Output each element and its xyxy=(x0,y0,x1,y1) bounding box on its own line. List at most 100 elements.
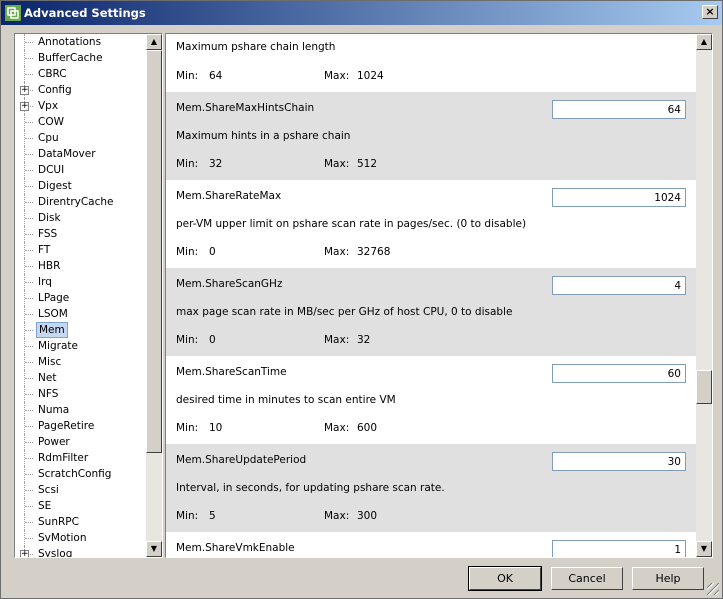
setting-name: Mem.ShareMaxHintsChain xyxy=(176,102,315,114)
setting-value-input[interactable] xyxy=(552,188,686,207)
max-label: Max: xyxy=(324,158,350,170)
tree-item-label: Misc xyxy=(38,356,62,368)
tree-item-dcui[interactable]: DCUI xyxy=(15,162,146,178)
tree-item-scratchconfig[interactable]: ScratchConfig xyxy=(15,466,146,482)
settings-scroll-thumb[interactable] xyxy=(696,370,712,404)
ok-button[interactable]: OK xyxy=(468,566,542,591)
tree-item-disk[interactable]: Disk xyxy=(15,210,146,226)
tree-item-config[interactable]: + Config xyxy=(15,82,146,98)
tree-connector xyxy=(25,58,33,59)
tree-item-label: NFS xyxy=(38,388,59,400)
settings-scrollbar[interactable]: ▲ ▼ xyxy=(696,34,712,557)
tree-connector xyxy=(25,138,33,139)
tree-item-cow[interactable]: COW xyxy=(15,114,146,130)
max-label: Max: xyxy=(324,422,350,434)
tree-item-label: Mem xyxy=(36,322,68,338)
tree-item-se[interactable]: SE xyxy=(15,498,146,514)
expand-icon[interactable]: + xyxy=(20,86,29,95)
tree-item-sunrpc[interactable]: SunRPC xyxy=(15,514,146,530)
setting-name: Mem.ShareUpdatePeriod xyxy=(176,454,307,466)
tree-item-label: PageRetire xyxy=(38,420,95,432)
tree-item-mem[interactable]: Mem xyxy=(15,322,146,338)
tree-item-pageretire[interactable]: PageRetire xyxy=(15,418,146,434)
tree-item-vpx[interactable]: + Vpx xyxy=(15,98,146,114)
tree-item-digest[interactable]: Digest xyxy=(15,178,146,194)
setting-value-input[interactable] xyxy=(552,452,686,471)
setting-value-input[interactable] xyxy=(552,100,686,119)
tree-scrollbar[interactable]: ▲ ▼ xyxy=(146,34,162,557)
tree-connector xyxy=(25,474,33,475)
tree-item-label: Config xyxy=(38,84,72,96)
scroll-up-icon: ▲ xyxy=(150,37,158,46)
tree-item-migrate[interactable]: Migrate xyxy=(15,338,146,354)
window-title: Advanced Settings xyxy=(24,6,146,20)
expand-icon[interactable]: + xyxy=(20,102,29,111)
tree-item-cbrc[interactable]: CBRC xyxy=(15,66,146,82)
max-value: 600 xyxy=(357,422,378,434)
tree-item-irq[interactable]: Irq xyxy=(15,274,146,290)
tree-scroll-down-button[interactable]: ▼ xyxy=(146,541,162,557)
tree-item-direntrycache[interactable]: DirentryCache xyxy=(15,194,146,210)
tree-item-numa[interactable]: Numa xyxy=(15,402,146,418)
tree-item-rdmfilter[interactable]: RdmFilter xyxy=(15,450,146,466)
tree-connector xyxy=(25,442,33,443)
settings-list-panel: Maximum pshare chain length Min: 64 Max: 102… xyxy=(165,33,713,558)
tree-item-scsi[interactable]: Scsi xyxy=(15,482,146,498)
tree-item-power[interactable]: Power xyxy=(15,434,146,450)
tree-connector xyxy=(25,42,33,43)
tree-item-label: SunRPC xyxy=(38,516,79,528)
tree-scroll-up-button[interactable]: ▲ xyxy=(146,34,162,50)
tree-item-lsom[interactable]: LSOM xyxy=(15,306,146,322)
min-label: Min: xyxy=(176,422,199,434)
settings-scroll-down-button[interactable]: ▼ xyxy=(696,541,712,557)
tree-item-label: HBR xyxy=(38,260,61,272)
min-label: Min: xyxy=(176,246,199,258)
tree-item-annotations[interactable]: Annotations xyxy=(15,34,146,50)
tree-connector xyxy=(25,74,33,75)
tree-item-label: BufferCache xyxy=(38,52,103,64)
setting-value-input[interactable] xyxy=(552,276,686,295)
tree-item-label: LSOM xyxy=(38,308,68,320)
setting-value-input[interactable] xyxy=(552,540,686,557)
setting-name: Mem.ShareScanGHz xyxy=(176,278,283,290)
tree-connector xyxy=(25,122,33,123)
close-button[interactable]: × xyxy=(702,5,718,19)
scroll-down-icon: ▼ xyxy=(700,544,708,553)
setting-name: Mem.ShareScanTime xyxy=(176,366,287,378)
settings-scroll-up-button[interactable]: ▲ xyxy=(696,34,712,50)
expand-icon[interactable]: + xyxy=(20,550,29,557)
setting-value-input[interactable] xyxy=(552,364,686,383)
tree-item-syslog[interactable]: + Syslog xyxy=(15,546,146,557)
tree-item-ft[interactable]: FT xyxy=(15,242,146,258)
tree-connector xyxy=(25,522,33,523)
min-value: 5 xyxy=(209,510,216,522)
tree-connector xyxy=(25,410,33,411)
tree-item-nfs[interactable]: NFS xyxy=(15,386,146,402)
tree-scroll-thumb[interactable] xyxy=(146,50,162,453)
tree-item-datamover[interactable]: DataMover xyxy=(15,146,146,162)
tree-item-net[interactable]: Net xyxy=(15,370,146,386)
category-tree-list: Annotations BufferCache CBRC + Config + Vpx COW… xyxy=(15,34,146,557)
min-label: Min: xyxy=(176,510,199,522)
resize-grip[interactable] xyxy=(707,583,719,595)
tree-item-misc[interactable]: Misc xyxy=(15,354,146,370)
tree-connector xyxy=(25,394,33,395)
setting-row: Maximum pshare chain length Min: 64 Max: 102… xyxy=(166,34,696,92)
setting-description: per-VM upper limit on pshare scan rate i… xyxy=(176,218,527,230)
title-bar[interactable]: Advanced Settings × xyxy=(1,1,722,25)
close-icon: × xyxy=(705,5,715,18)
tree-item-label: Power xyxy=(38,436,70,448)
tree-item-cpu[interactable]: Cpu xyxy=(15,130,146,146)
help-button[interactable]: Help xyxy=(632,567,704,590)
tree-item-label: Irq xyxy=(38,276,52,288)
max-label: Max: xyxy=(324,510,350,522)
tree-item-lpage[interactable]: LPage xyxy=(15,290,146,306)
tree-item-fss[interactable]: FSS xyxy=(15,226,146,242)
tree-item-buffercache[interactable]: BufferCache xyxy=(15,50,146,66)
tree-item-svmotion[interactable]: SvMotion xyxy=(15,530,146,546)
cancel-button[interactable]: Cancel xyxy=(551,567,623,590)
tree-item-hbr[interactable]: HBR xyxy=(15,258,146,274)
tree-item-label: Digest xyxy=(38,180,72,192)
tree-connector xyxy=(25,506,33,507)
max-label: Max: xyxy=(324,70,350,82)
